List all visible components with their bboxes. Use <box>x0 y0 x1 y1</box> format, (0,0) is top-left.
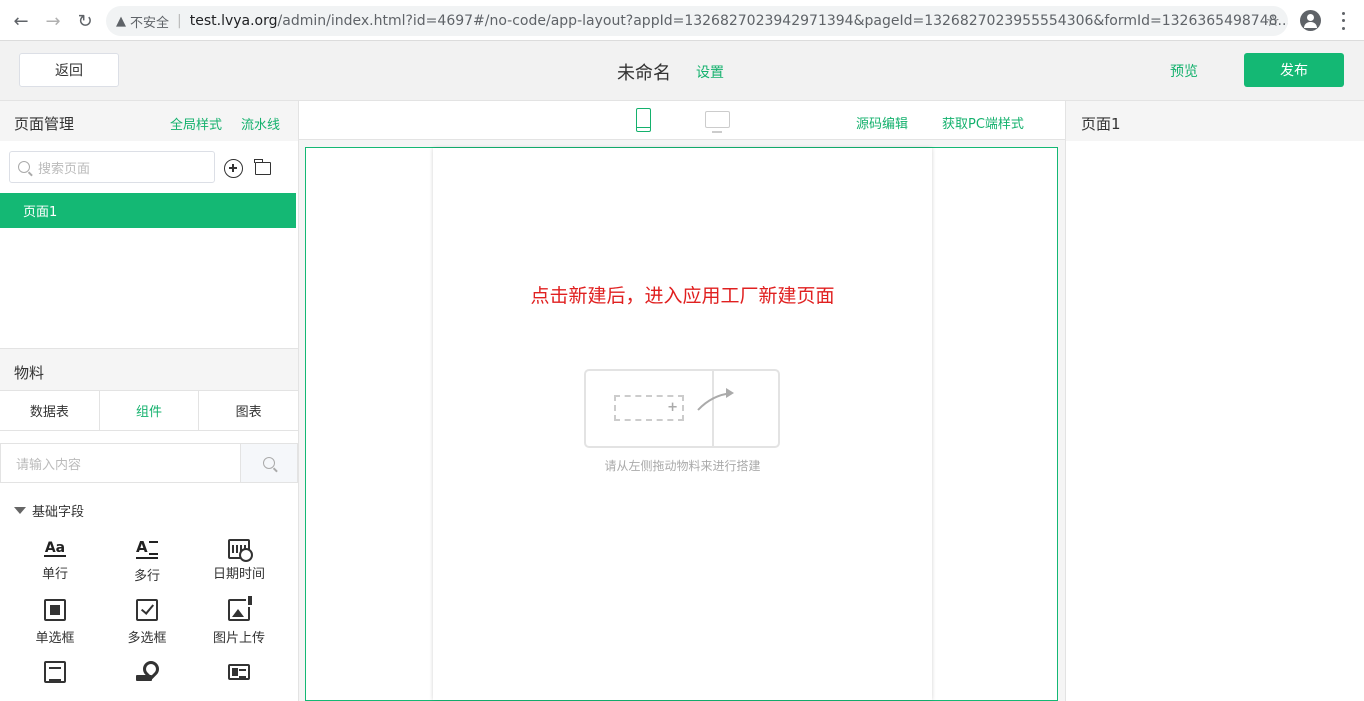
field-label: 多行 <box>133 569 160 584</box>
calendar-clock-icon <box>228 539 253 562</box>
field-group-toggle[interactable]: 基础字段 <box>14 501 84 520</box>
dashed-placeholder: + <box>614 395 684 421</box>
browser-menu-icon[interactable] <box>1338 10 1348 32</box>
back-arrow-icon[interactable]: ← <box>9 9 33 33</box>
field-datetime[interactable]: 日期时间 <box>194 537 284 582</box>
mobile-canvas[interactable]: 点击新建后，进入应用工厂新建页面 + 请从左侧拖动物料来进行搭建 <box>433 148 932 700</box>
radio-box-icon <box>44 599 66 621</box>
page-list-item[interactable]: 页面1 <box>0 193 296 228</box>
material-section: 物料 数据表 组件 图表 请输入内容 基础字段 Aa 单行 多行 <box>0 348 299 701</box>
field-checkbox[interactable]: 多选框 <box>102 599 192 646</box>
design-canvas-area: 源码编辑 获取PC端样式 点击新建后，进入应用工厂新建页面 + 请从左侧拖动物料… <box>299 101 1065 701</box>
search-icon <box>263 457 275 469</box>
desktop-view-icon[interactable] <box>705 111 730 133</box>
properties-header: 页面1 <box>1066 101 1364 141</box>
plus-icon: + <box>667 400 678 415</box>
field-label: 单选框 <box>35 631 75 646</box>
field-single-line[interactable]: Aa 单行 <box>10 537 100 582</box>
field-label: 单行 <box>41 567 68 582</box>
checkbox-icon <box>136 599 158 621</box>
field-label: 日期时间 <box>212 567 265 582</box>
drag-illustration: + <box>584 369 780 448</box>
field-rich-text[interactable] <box>10 661 100 689</box>
image-upload-icon <box>228 596 252 621</box>
curved-arrow-icon <box>697 388 734 411</box>
canvas-toolbar: 源码编辑 获取PC端样式 <box>299 101 1065 140</box>
caret-down-icon <box>14 507 26 514</box>
pipeline-link[interactable]: 流水线 <box>241 114 280 133</box>
properties-title: 页面1 <box>1081 115 1121 133</box>
field-label: 多选框 <box>127 631 167 646</box>
add-page-icon[interactable] <box>224 159 243 178</box>
warning-icon: ▲ <box>116 13 126 29</box>
material-tabs: 数据表 组件 图表 <box>0 390 299 431</box>
location-icon <box>136 661 158 683</box>
tab-components[interactable]: 组件 <box>99 391 200 430</box>
get-pc-style-link[interactable]: 获取PC端样式 <box>942 113 1024 132</box>
field-group-label: 基础字段 <box>32 505 85 520</box>
folder-icon[interactable] <box>254 159 271 175</box>
page-manager-header: 页面管理 全局样式 流水线 <box>0 101 298 141</box>
page-search-placeholder: 搜索页面 <box>38 161 91 177</box>
field-id-card[interactable] <box>194 661 284 683</box>
field-multi-line[interactable]: 多行 <box>102 537 192 584</box>
settings-link[interactable]: 设置 <box>696 62 724 82</box>
preview-link[interactable]: 预览 <box>1170 61 1198 81</box>
single-line-text-icon: Aa <box>44 537 66 557</box>
right-panel: 页面1 <box>1065 101 1364 701</box>
app-header: 返回 未命名 设置 预览 发布 <box>0 41 1364 101</box>
hint-text: 点击新建后，进入应用工厂新建页面 <box>530 285 835 307</box>
global-style-link[interactable]: 全局样式 <box>170 114 222 133</box>
drop-caption: 请从左侧拖动物料来进行搭建 <box>604 459 761 473</box>
tab-charts[interactable]: 图表 <box>199 391 299 430</box>
tab-data-table[interactable]: 数据表 <box>0 391 100 430</box>
document-text-icon <box>44 661 66 683</box>
material-header: 物料 <box>0 349 298 390</box>
forward-arrow-icon[interactable]: → <box>41 9 65 33</box>
app-title: 未命名 <box>617 63 671 84</box>
id-card-icon <box>228 664 250 680</box>
canvas-frame: 点击新建后，进入应用工厂新建页面 + 请从左侧拖动物料来进行搭建 <box>305 147 1058 701</box>
insecure-label: 不安全 <box>130 15 170 31</box>
page-search-input[interactable]: 搜索页面 <box>9 151 215 183</box>
field-radio[interactable]: 单选框 <box>10 599 100 646</box>
url-host: test.lvya.org <box>189 13 278 29</box>
search-icon <box>18 161 30 173</box>
material-search-input[interactable]: 请输入内容 <box>1 444 240 482</box>
material-search-button[interactable] <box>240 444 297 482</box>
source-edit-link[interactable]: 源码编辑 <box>856 113 908 132</box>
mobile-view-icon[interactable] <box>636 108 651 132</box>
back-button[interactable]: 返回 <box>19 53 119 87</box>
field-location[interactable] <box>102 661 192 689</box>
bookmark-star-icon[interactable]: ☆ <box>1266 11 1280 30</box>
field-label: 图片上传 <box>212 631 265 646</box>
field-image-upload[interactable]: 图片上传 <box>194 596 284 646</box>
material-search: 请输入内容 <box>0 443 298 483</box>
publish-button[interactable]: 发布 <box>1244 53 1344 87</box>
url-separator: | <box>177 13 182 29</box>
url-path: /admin/index.html?id=4697#/no-code/app-l… <box>277 13 1288 29</box>
page-manager-title: 页面管理 <box>14 115 75 133</box>
reload-icon[interactable]: ↻ <box>73 9 97 33</box>
account-icon[interactable] <box>1300 10 1321 31</box>
browser-toolbar: ← → ↻ ▲ 不安全 | test.lvya.org/admin/index.… <box>0 0 1364 41</box>
material-title: 物料 <box>14 364 45 382</box>
multi-line-text-icon <box>136 537 158 559</box>
left-panel: 页面管理 全局样式 流水线 搜索页面 页面1 物料 数据表 组件 图表 请输入内… <box>0 101 299 701</box>
address-bar[interactable]: ▲ 不安全 | test.lvya.org/admin/index.html?i… <box>106 6 1288 36</box>
